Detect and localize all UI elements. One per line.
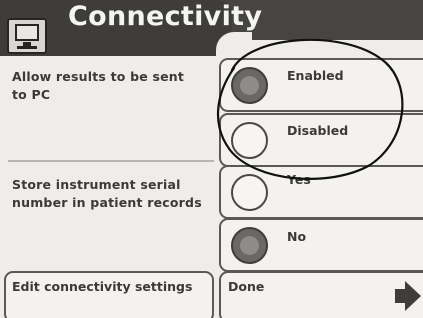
yes-option-label: Yes bbox=[287, 172, 311, 187]
enabled-option-label: Enabled bbox=[287, 68, 344, 83]
enabled-option-button[interactable]: Enabled bbox=[219, 58, 423, 112]
no-option-label: No bbox=[287, 229, 307, 244]
connectivity-screen: Connectivity Allow results to be sent to… bbox=[0, 0, 423, 318]
disabled-option-label: Disabled bbox=[287, 123, 349, 138]
done-label: Done bbox=[228, 279, 265, 294]
done-button[interactable]: Done bbox=[219, 271, 423, 318]
monitor-base-shape bbox=[17, 46, 37, 49]
page-title: Connectivity bbox=[68, 1, 263, 32]
no-option-button[interactable]: No bbox=[219, 218, 423, 272]
section-divider bbox=[8, 160, 214, 162]
edit-connectivity-settings-label: Edit connectivity settings bbox=[12, 279, 193, 294]
yes-option-button[interactable]: Yes bbox=[219, 165, 423, 219]
allow-results-label: Allow results to be sent to PC bbox=[12, 69, 185, 102]
disabled-radio[interactable] bbox=[231, 122, 268, 159]
arrow-right-icon bbox=[395, 281, 421, 311]
no-radio[interactable] bbox=[231, 227, 268, 264]
monitor-icon bbox=[7, 18, 47, 54]
edit-connectivity-settings-button[interactable]: Edit connectivity settings bbox=[4, 271, 214, 318]
monitor-screen-shape bbox=[15, 24, 39, 41]
store-serial-label: Store instrument serial number in patien… bbox=[12, 177, 202, 210]
yes-radio[interactable] bbox=[231, 174, 268, 211]
disabled-option-button[interactable]: Disabled bbox=[219, 113, 423, 167]
header-corner bbox=[232, 40, 423, 56]
enabled-radio[interactable] bbox=[231, 67, 268, 104]
